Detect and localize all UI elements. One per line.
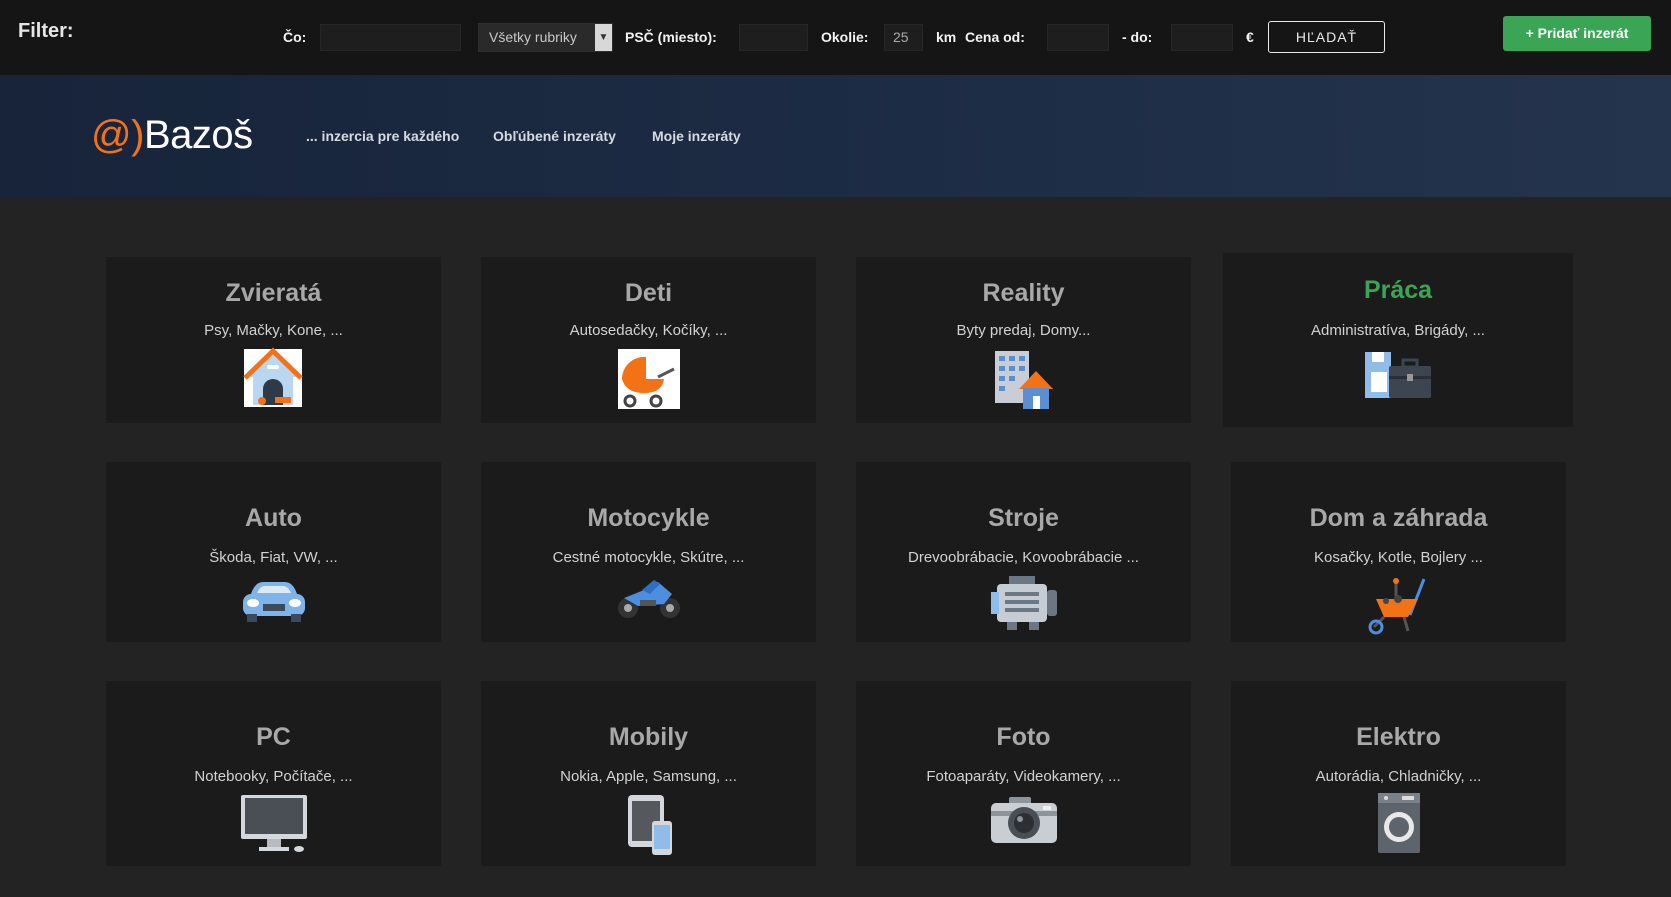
category-title[interactable]: Reality <box>856 279 1191 308</box>
category-title[interactable]: Dom a záhrada <box>1231 504 1566 533</box>
category-title[interactable]: Práca <box>1223 276 1573 305</box>
logo[interactable]: @)Bazoš <box>91 113 253 158</box>
nav-tagline[interactable]: ... inzercia pre každého <box>306 128 459 144</box>
category-subtitle: Nokia, Apple, Samsung, ... <box>560 768 737 785</box>
category-subtitle: Notebooky, Počítače, ... <box>194 768 353 785</box>
category-card-motocykle[interactable]: Motocykle Cestné motocykle, Skútre, ... <box>481 462 816 642</box>
logo-text: Bazoš <box>143 113 253 157</box>
motorcycle-icon[interactable] <box>614 568 684 630</box>
category-title[interactable]: Deti <box>481 279 816 308</box>
category-title[interactable]: PC <box>106 723 441 752</box>
cena-od-input[interactable] <box>1047 24 1109 51</box>
okolie-input[interactable]: 25 <box>884 24 923 51</box>
category-card-praca[interactable]: Práca Administratíva, Brigády, ... <box>1223 253 1573 427</box>
category-subtitle: Byty predaj, Domy... <box>956 322 1091 339</box>
phone-icon[interactable] <box>614 793 684 855</box>
km-label: km <box>936 29 957 45</box>
category-card-pc[interactable]: PC Notebooky, Počítače, ... <box>106 681 441 866</box>
camera-icon[interactable] <box>989 793 1059 855</box>
psc-input[interactable] <box>739 24 808 51</box>
okolie-label: Okolie: <box>821 29 869 45</box>
currency-label: € <box>1246 29 1254 45</box>
cena-do-input[interactable] <box>1171 24 1233 51</box>
category-subtitle: Cestné motocykle, Skútre, ... <box>552 549 745 566</box>
cena-do-label: - do: <box>1122 29 1153 45</box>
monitor-icon[interactable] <box>239 793 309 855</box>
category-card-dom-zahrada[interactable]: Dom a záhrada Kosačky, Kotle, Bojlery ..… <box>1231 462 1566 642</box>
category-subtitle: Psy, Mačky, Kone, ... <box>204 322 343 339</box>
category-select[interactable]: Všetky rubriky ▼ <box>478 23 613 52</box>
category-card-auto[interactable]: Auto Škoda, Fiat, VW, ... <box>106 462 441 642</box>
category-title[interactable]: Auto <box>106 504 441 533</box>
briefcase-icon[interactable] <box>1363 346 1433 408</box>
category-subtitle: Škoda, Fiat, VW, ... <box>209 549 338 566</box>
category-subtitle: Kosačky, Kotle, Bojlery ... <box>1314 549 1483 566</box>
category-card-reality[interactable]: Reality Byty predaj, Domy... <box>856 257 1191 423</box>
category-subtitle: Fotoaparáty, Videokamery, ... <box>926 768 1121 785</box>
site-header: @)Bazoš ... inzercia pre každého Obľúben… <box>0 75 1671 197</box>
building-house-icon[interactable] <box>989 349 1059 411</box>
machine-icon[interactable] <box>989 574 1059 636</box>
category-title[interactable]: Mobily <box>481 723 816 752</box>
co-input[interactable] <box>320 24 461 51</box>
doghouse-icon[interactable] <box>239 347 309 409</box>
nav-favorites[interactable]: Obľúbené inzeráty <box>493 128 616 144</box>
category-subtitle: Autorádia, Chladničky, ... <box>1315 768 1482 785</box>
category-card-zvierata[interactable]: Zvieratá Psy, Mačky, Kone, ... <box>106 257 441 423</box>
category-subtitle: Autosedačky, Kočíky, ... <box>569 322 728 339</box>
wheelbarrow-icon[interactable] <box>1364 575 1434 637</box>
category-select-value: Všetky rubriky <box>489 29 577 45</box>
cena-od-label: Cena od: <box>965 29 1025 45</box>
washing-machine-icon[interactable] <box>1364 793 1434 855</box>
filter-title: Filter: <box>18 20 74 42</box>
category-title[interactable]: Foto <box>856 723 1191 752</box>
category-title[interactable]: Elektro <box>1231 723 1566 752</box>
search-button[interactable]: HĽADAŤ <box>1268 21 1385 53</box>
stroller-icon[interactable] <box>614 349 684 411</box>
co-label: Čo: <box>283 29 307 45</box>
category-card-stroje[interactable]: Stroje Drevoobrábacie, Kovoobrábacie ... <box>856 462 1191 642</box>
category-card-foto[interactable]: Foto Fotoaparáty, Videokamery, ... <box>856 681 1191 866</box>
category-card-mobily[interactable]: Mobily Nokia, Apple, Samsung, ... <box>481 681 816 866</box>
filter-bar: Filter: Čo: Všetky rubriky ▼ PSČ (miesto… <box>0 0 1671 75</box>
category-subtitle: Administratíva, Brigády, ... <box>1311 322 1485 339</box>
category-title[interactable]: Zvieratá <box>106 279 441 308</box>
nav-my-listings[interactable]: Moje inzeráty <box>652 128 741 144</box>
psc-label: PSČ (miesto): <box>625 29 717 45</box>
category-card-elektro[interactable]: Elektro Autorádia, Chladničky, ... <box>1231 681 1566 866</box>
chevron-down-icon[interactable]: ▼ <box>595 24 612 51</box>
category-card-deti[interactable]: Deti Autosedačky, Kočíky, ... <box>481 257 816 423</box>
category-title[interactable]: Motocykle <box>481 504 816 533</box>
category-title[interactable]: Stroje <box>856 504 1191 533</box>
car-icon[interactable] <box>239 572 309 634</box>
logo-at: @) <box>91 113 144 157</box>
add-listing-button[interactable]: + Pridať inzerát <box>1503 16 1651 51</box>
category-subtitle: Drevoobrábacie, Kovoobrábacie ... <box>908 549 1139 566</box>
